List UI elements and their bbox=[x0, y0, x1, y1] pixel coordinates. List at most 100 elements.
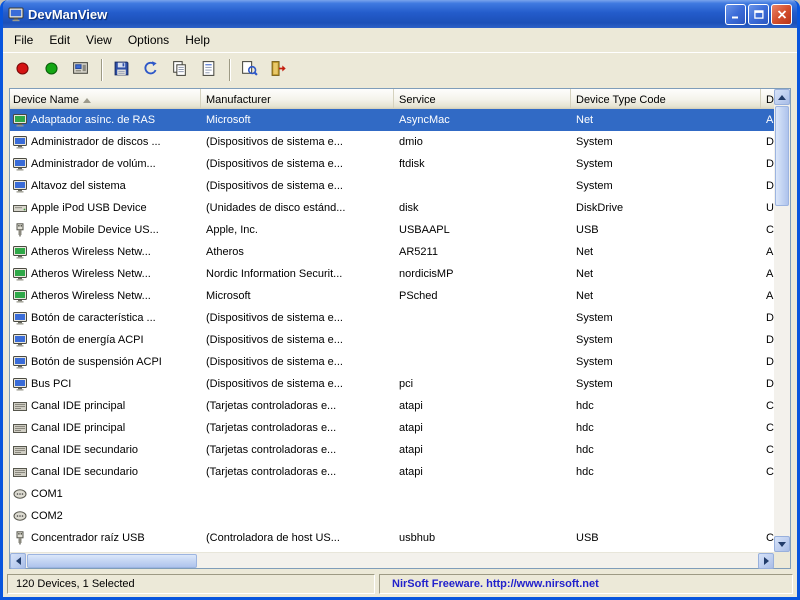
column-header-service[interactable]: Service bbox=[394, 89, 571, 108]
device-type-code: Net bbox=[571, 268, 761, 280]
device-name: Atheros Wireless Netw... bbox=[31, 246, 151, 258]
device-type: C bbox=[761, 224, 774, 236]
device-name: Botón de energía ACPI bbox=[31, 334, 144, 346]
close-button[interactable] bbox=[771, 4, 792, 25]
copy-button[interactable] bbox=[166, 56, 193, 83]
save-icon bbox=[113, 60, 130, 80]
manufacturer: (Dispositivos de sistema e... bbox=[201, 312, 394, 324]
exit-button[interactable] bbox=[265, 56, 292, 83]
manufacturer: Nordic Information Securit... bbox=[201, 268, 394, 280]
table-row[interactable]: Concentrador raíz USB(Controladora de ho… bbox=[10, 527, 774, 549]
table-row[interactable]: Apple Mobile Device US...Apple, Inc.USBA… bbox=[10, 219, 774, 241]
table-row[interactable]: COM2 bbox=[10, 505, 774, 527]
scroll-down-button[interactable] bbox=[774, 536, 790, 552]
status-device-count: 120 Devices, 1 Selected bbox=[7, 574, 375, 594]
device-name: Canal IDE principal bbox=[31, 400, 125, 412]
device-type-code: System bbox=[571, 378, 761, 390]
menu-options[interactable]: Options bbox=[120, 30, 177, 50]
table-row[interactable]: Adaptador asínc. de RASMicrosoftAsyncMac… bbox=[10, 109, 774, 131]
service: atapi bbox=[394, 466, 571, 478]
device-type: C bbox=[761, 466, 774, 478]
disable-device-button[interactable] bbox=[9, 56, 36, 83]
table-row[interactable]: Atheros Wireless Netw...Nordic Informati… bbox=[10, 263, 774, 285]
column-header-manufacturer[interactable]: Manufacturer bbox=[201, 89, 394, 108]
table-row[interactable]: COM1 bbox=[10, 483, 774, 505]
save-button[interactable] bbox=[108, 56, 135, 83]
device-type-code: Net bbox=[571, 246, 761, 258]
scroll-left-button[interactable] bbox=[10, 553, 26, 569]
vertical-scroll-thumb[interactable] bbox=[775, 106, 789, 206]
device-type: Di bbox=[761, 136, 774, 148]
device-list: Adaptador asínc. de RASMicrosoftAsyncMac… bbox=[10, 109, 774, 552]
device-type: C bbox=[761, 532, 774, 544]
device-type-code: hdc bbox=[571, 466, 761, 478]
service: atapi bbox=[394, 422, 571, 434]
table-row[interactable]: Bus PCI(Dispositivos de sistema e...pciS… bbox=[10, 373, 774, 395]
table-row[interactable]: Administrador de discos ...(Dispositivos… bbox=[10, 131, 774, 153]
service: ftdisk bbox=[394, 158, 571, 170]
ide-controller-icon bbox=[13, 465, 27, 479]
table-row[interactable]: Apple iPod USB Device(Unidades de disco … bbox=[10, 197, 774, 219]
table-row[interactable]: Administrador de volúm...(Dispositivos d… bbox=[10, 153, 774, 175]
device-type: Di bbox=[761, 158, 774, 170]
table-row[interactable]: Canal IDE principal(Tarjetas controlador… bbox=[10, 395, 774, 417]
scroll-right-button[interactable] bbox=[758, 553, 774, 569]
menu-view[interactable]: View bbox=[78, 30, 120, 50]
device-list-frame: Device Name Manufacturer Service Device … bbox=[9, 88, 791, 569]
enable-device-button[interactable] bbox=[38, 56, 65, 83]
device-manager-icon bbox=[72, 60, 89, 80]
device-manager-button[interactable] bbox=[67, 56, 94, 83]
column-header-device-name[interactable]: Device Name bbox=[10, 89, 201, 108]
table-row[interactable]: Botón de suspensión ACPI(Dispositivos de… bbox=[10, 351, 774, 373]
device-name: Administrador de discos ... bbox=[31, 136, 161, 148]
vertical-scrollbar[interactable] bbox=[774, 89, 790, 568]
find-icon bbox=[241, 60, 258, 80]
table-row[interactable]: Botón de energía ACPI(Dispositivos de si… bbox=[10, 329, 774, 351]
find-button[interactable] bbox=[236, 56, 263, 83]
manufacturer: Apple, Inc. bbox=[201, 224, 394, 236]
properties-icon bbox=[200, 60, 217, 80]
system-device-icon bbox=[13, 333, 27, 347]
service: disk bbox=[394, 202, 571, 214]
service: USBAAPL bbox=[394, 224, 571, 236]
device-type-code: System bbox=[571, 180, 761, 192]
horizontal-scrollbar[interactable] bbox=[10, 552, 774, 568]
table-row[interactable]: Canal IDE secundario(Tarjetas controlado… bbox=[10, 439, 774, 461]
column-header-device-type[interactable]: D bbox=[761, 89, 774, 108]
scroll-up-button[interactable] bbox=[774, 89, 790, 105]
service: pci bbox=[394, 378, 571, 390]
manufacturer: (Tarjetas controladoras e... bbox=[201, 422, 394, 434]
maximize-button[interactable] bbox=[748, 4, 769, 25]
device-type-code: System bbox=[571, 136, 761, 148]
device-type-code: Net bbox=[571, 114, 761, 126]
refresh-button[interactable] bbox=[137, 56, 164, 83]
properties-button[interactable] bbox=[195, 56, 222, 83]
device-name: Atheros Wireless Netw... bbox=[31, 290, 151, 302]
net-adapter-icon bbox=[13, 267, 27, 281]
status-nirsoft-link[interactable]: NirSoft Freeware. http://www.nirsoft.net bbox=[379, 574, 793, 594]
disk-drive-icon bbox=[13, 201, 27, 215]
horizontal-scroll-thumb[interactable] bbox=[27, 554, 197, 568]
table-row[interactable]: Canal IDE secundario(Tarjetas controlado… bbox=[10, 461, 774, 483]
table-row[interactable]: Atheros Wireless Netw...AtherosAR5211Net… bbox=[10, 241, 774, 263]
device-type: C bbox=[761, 422, 774, 434]
usb-device-icon bbox=[13, 223, 27, 237]
table-row[interactable]: Altavoz del sistema(Dispositivos de sist… bbox=[10, 175, 774, 197]
menu-file[interactable]: File bbox=[6, 30, 41, 50]
device-name: Botón de característica ... bbox=[31, 312, 156, 324]
app-icon bbox=[8, 6, 24, 22]
horizontal-scroll-track[interactable] bbox=[26, 553, 758, 568]
column-header-device-type-code[interactable]: Device Type Code bbox=[571, 89, 761, 108]
table-row[interactable]: Canal IDE principal(Tarjetas controlador… bbox=[10, 417, 774, 439]
table-row[interactable]: Botón de característica ... (Dispositivos… bbox=[10, 307, 774, 329]
toolbar-separator bbox=[101, 59, 103, 81]
title-bar[interactable]: DevManView bbox=[3, 0, 797, 28]
table-row[interactable]: Atheros Wireless Netw...MicrosoftPSchedN… bbox=[10, 285, 774, 307]
minimize-button[interactable] bbox=[725, 4, 746, 25]
menu-help[interactable]: Help bbox=[177, 30, 218, 50]
manufacturer: (Controladora de host US... bbox=[201, 532, 394, 544]
menu-edit[interactable]: Edit bbox=[41, 30, 78, 50]
manufacturer: (Dispositivos de sistema e... bbox=[201, 356, 394, 368]
net-adapter-icon bbox=[13, 113, 27, 127]
vertical-scroll-track[interactable] bbox=[774, 105, 790, 536]
